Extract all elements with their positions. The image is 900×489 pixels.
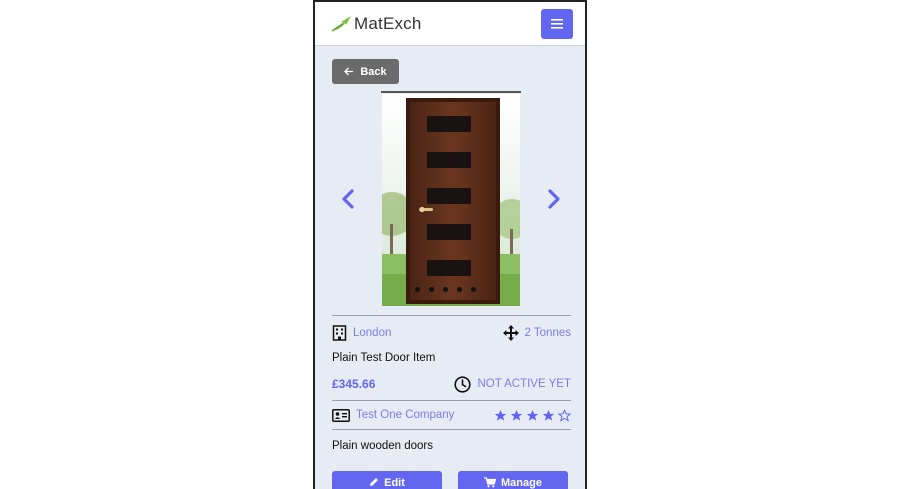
gallery-indicator[interactable] <box>471 287 476 292</box>
gallery-indicator[interactable] <box>443 287 448 292</box>
star-filled-icon <box>526 409 539 421</box>
gallery-indicator[interactable] <box>429 287 434 292</box>
price-status-row: £345.66 NOT ACTIVE YET <box>332 374 571 394</box>
image-top-divider <box>381 91 521 93</box>
quantity-text: 2 Tonnes <box>524 327 571 339</box>
gallery-indicators <box>415 287 476 292</box>
top-navbar: MatExch <box>315 2 585 46</box>
id-card-icon <box>332 408 350 422</box>
item-image[interactable] <box>382 94 520 306</box>
gallery-indicator[interactable] <box>457 287 462 292</box>
location-quantity-row: London 2 Tonnes <box>332 323 571 343</box>
arrow-left-icon <box>344 67 354 76</box>
item-description: Plain wooden doors <box>332 440 434 452</box>
edit-button[interactable]: Edit <box>332 471 442 489</box>
star-filled-icon <box>494 409 507 421</box>
star-filled-icon <box>542 409 555 421</box>
wooden-door-photo <box>382 94 520 306</box>
building-icon <box>332 325 347 341</box>
divider <box>332 400 571 401</box>
clock-icon <box>454 375 472 393</box>
mobile-viewport: MatExch Back London 2 Tonnes Plain Test … <box>313 0 587 489</box>
brand-name: MatExch <box>354 14 422 33</box>
chevron-right-icon <box>548 189 560 209</box>
menu-toggle-button[interactable] <box>541 9 573 39</box>
gallery-prev-button[interactable] <box>338 185 358 213</box>
company-rating-row: Test One Company <box>332 405 571 425</box>
location-link[interactable]: London <box>353 327 391 339</box>
item-price: £345.66 <box>332 377 376 391</box>
back-button[interactable]: Back <box>332 59 399 84</box>
divider <box>332 429 571 430</box>
item-title: Plain Test Door Item <box>332 352 436 364</box>
pencil-icon <box>370 478 379 486</box>
rating-stars <box>494 408 571 422</box>
manage-button[interactable]: Manage <box>458 471 568 489</box>
chevron-left-icon <box>342 189 354 209</box>
status-text: NOT ACTIVE YET <box>477 378 571 390</box>
company-link[interactable]: Test One Company <box>356 409 454 421</box>
manage-button-label: Manage <box>501 477 542 489</box>
gallery-indicator[interactable] <box>415 287 420 292</box>
hamburger-icon <box>551 19 563 29</box>
star-filled-icon <box>510 409 523 421</box>
cart-icon <box>484 477 497 488</box>
brand-logo[interactable]: MatExch <box>331 12 422 36</box>
back-button-label: Back <box>360 65 387 78</box>
gallery-next-button[interactable] <box>544 185 564 213</box>
divider <box>332 315 571 316</box>
star-empty-icon <box>558 408 571 422</box>
move-arrows-icon <box>502 325 519 341</box>
edit-button-label: Edit <box>384 477 405 489</box>
leaf-icon <box>331 16 351 32</box>
